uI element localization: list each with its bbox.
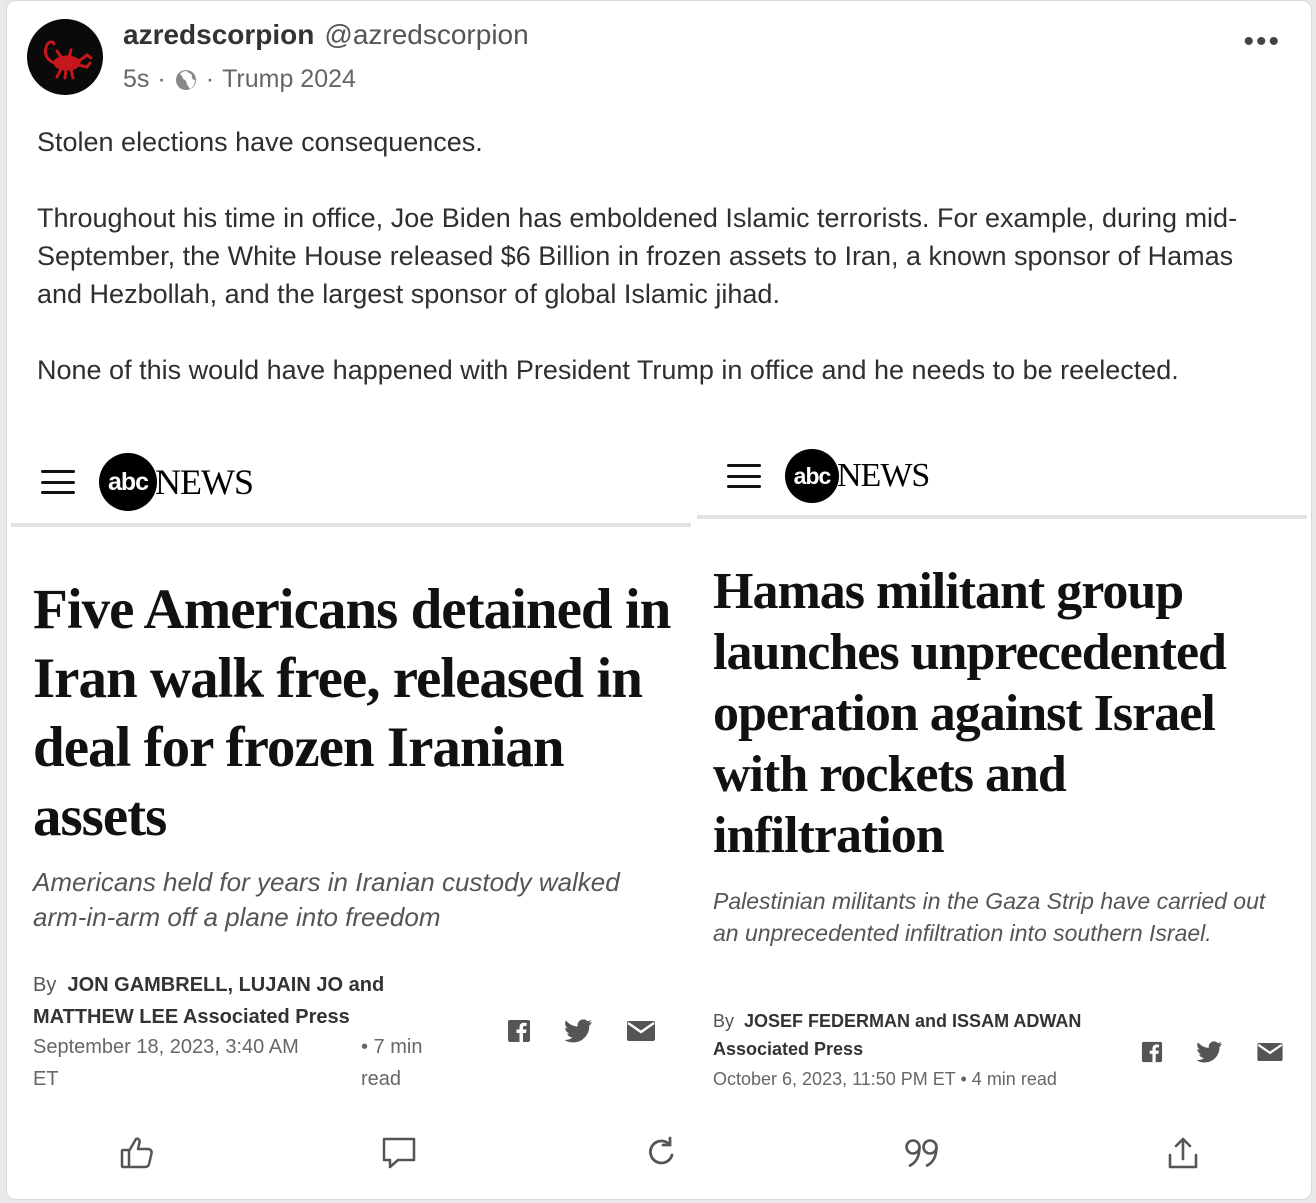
byline-authors: JON GAMBRELL, LUJAIN JO and xyxy=(67,974,385,996)
share-button[interactable] xyxy=(1165,1135,1201,1176)
post-time[interactable]: 5s xyxy=(123,65,149,94)
read-time-text: • 4 min read xyxy=(960,1069,1057,1089)
byline-authors: MATTHEW LEE Associated Press xyxy=(33,1006,350,1028)
comment-icon xyxy=(382,1137,416,1169)
read-time-text: • 7 min xyxy=(361,1036,423,1058)
share-icons xyxy=(1141,1041,1283,1063)
share-icons xyxy=(507,1019,655,1043)
like-button[interactable] xyxy=(119,1135,155,1176)
globe-icon xyxy=(175,69,196,90)
avatar[interactable] xyxy=(27,19,103,95)
article-byline: By JON GAMBRELL, LUJAIN JO and MATTHEW L… xyxy=(33,969,453,1033)
post-card: azredscorpion @azredscorpion 5s · · Trump… xyxy=(6,0,1312,1200)
article-byline: By JOSEF FEDERMAN and ISSAM ADWAN Associ… xyxy=(713,1007,1153,1063)
read-time: • 7 min read xyxy=(361,1031,422,1095)
hamburger-menu-icon xyxy=(727,464,761,488)
share-icon xyxy=(1168,1137,1198,1169)
post-paragraph: Throughout his time in office, Joe Biden… xyxy=(37,203,1238,309)
read-time-text: read xyxy=(361,1068,402,1090)
comment-button[interactable] xyxy=(381,1135,417,1176)
abc-news-logo: abc NEWS xyxy=(99,453,254,511)
separator: · xyxy=(205,65,215,93)
header-divider xyxy=(11,523,691,527)
post-meta: 5s · · Trump 2024 xyxy=(123,65,356,94)
email-icon xyxy=(1257,1043,1283,1061)
byline-authors: JOSEF FEDERMAN and ISSAM ADWAN xyxy=(744,1011,1082,1031)
repost-button[interactable] xyxy=(643,1135,679,1176)
article-dek: Americans held for years in Iranian cust… xyxy=(33,867,620,932)
byline-authors: Associated Press xyxy=(713,1039,864,1059)
twitter-icon xyxy=(1197,1041,1222,1063)
news-wordmark: NEWS xyxy=(837,457,930,494)
email-icon xyxy=(627,1021,655,1041)
date-text: September 18, 2023, 3:40 AM xyxy=(33,1036,299,1058)
article-date: September 18, 2023, 3:40 AM ET xyxy=(33,1031,299,1095)
group-name[interactable]: Trump 2024 xyxy=(222,65,356,94)
date-text: ET xyxy=(33,1068,59,1090)
display-name[interactable]: azredscorpion xyxy=(123,19,314,50)
thumbs-up-icon xyxy=(120,1137,153,1169)
news-wordmark: NEWS xyxy=(155,462,254,502)
post-body: Stolen elections have consequences. Thro… xyxy=(37,123,1267,427)
article-dek: Palestinian militants in the Gaza Strip … xyxy=(713,888,1266,946)
abc-logo-circle: abc xyxy=(99,453,157,511)
article-headline: Five Americans detained in Iran walk fre… xyxy=(33,578,671,848)
scorpion-icon xyxy=(43,40,93,80)
facebook-icon xyxy=(1141,1041,1163,1063)
article-screenshot-right[interactable]: abc NEWS Hamas militant group launches u… xyxy=(697,441,1307,1101)
abc-news-header: abc NEWS xyxy=(727,449,930,503)
repost-icon xyxy=(649,1136,674,1165)
byline-prefix: By xyxy=(713,1011,735,1031)
post-paragraph: None of this would have happened with Pr… xyxy=(37,355,1179,385)
post-paragraph: Stolen elections have consequences. xyxy=(37,127,483,157)
post-actions xyxy=(7,1135,1311,1185)
article-screenshot-left[interactable]: abc NEWS Five Americans detained in Iran… xyxy=(11,441,691,1101)
quote-icon xyxy=(905,1139,938,1168)
date-text: October 6, 2023, 11:50 PM ET xyxy=(713,1069,956,1089)
hamburger-menu-icon xyxy=(41,470,75,494)
user-handle[interactable]: @azredscorpion xyxy=(324,19,528,50)
byline-prefix: By xyxy=(33,974,57,996)
quote-button[interactable] xyxy=(903,1135,943,1176)
article-headline: Hamas militant group launches unpreceden… xyxy=(713,563,1227,864)
author-line: azredscorpion @azredscorpion xyxy=(123,19,529,51)
separator: · xyxy=(157,65,166,93)
abc-news-header: abc NEWS xyxy=(41,453,254,511)
twitter-icon xyxy=(565,1019,592,1043)
abc-logo-circle: abc xyxy=(785,449,839,503)
facebook-icon xyxy=(508,1020,530,1042)
abc-news-logo: abc NEWS xyxy=(785,449,930,503)
header-divider xyxy=(697,515,1307,519)
article-date: October 6, 2023, 11:50 PM ET • 4 min rea… xyxy=(713,1065,1057,1093)
more-options-button[interactable]: ••• xyxy=(1243,25,1281,59)
